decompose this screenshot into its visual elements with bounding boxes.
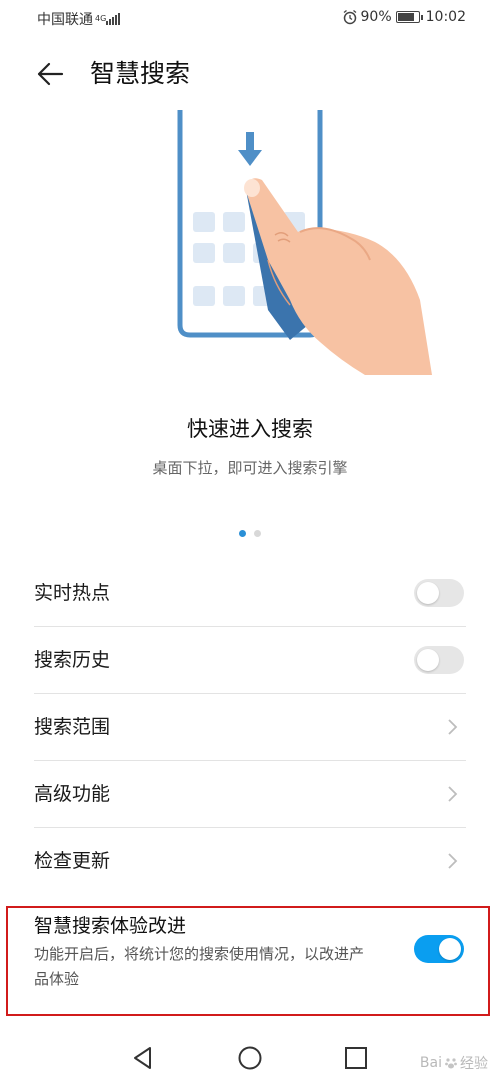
- setting-check-updates[interactable]: 检查更新: [34, 828, 466, 894]
- slide-title: 快速进入搜索: [187, 417, 313, 441]
- setting-search-scope[interactable]: 搜索范围: [34, 694, 466, 761]
- watermark-text-right: 经验: [460, 1056, 488, 1072]
- triangle-back-icon[interactable]: [128, 1043, 158, 1073]
- signal-icon: [106, 13, 121, 25]
- experience-improvement-title: 智慧搜索体验改进: [34, 915, 187, 937]
- experience-improvement-description: 功能开启后，将统计您的搜索使用情况，以改进产品体验: [34, 945, 365, 988]
- phone-pull-down-illustration: [177, 110, 432, 375]
- page-dot-2[interactable]: [254, 529, 261, 537]
- watermark-text-left: Bai: [419, 1055, 442, 1071]
- toggle-knob: [439, 938, 461, 960]
- chevron-right-icon: [448, 719, 458, 735]
- square-recents-icon[interactable]: [341, 1043, 371, 1073]
- toggle-knob: [417, 649, 439, 671]
- settings-list: 实时热点 搜索历史 搜索范围 高级功能 检查更新: [34, 560, 466, 894]
- battery-icon: [395, 11, 423, 23]
- carrier-name: 中国联通: [37, 12, 93, 28]
- clock: 10:02: [425, 9, 466, 25]
- setting-advanced-features[interactable]: 高级功能: [34, 761, 466, 828]
- circle-home-icon[interactable]: [235, 1043, 265, 1073]
- slide-subtitle: 桌面下拉，即可进入搜索引擎: [152, 459, 348, 477]
- alarm-icon: [343, 9, 356, 25]
- setting-label: 搜索历史: [34, 649, 111, 671]
- chevron-right-icon: [448, 853, 458, 869]
- status-right: 90% 10:02: [342, 9, 466, 25]
- toggle-knob: [417, 582, 439, 604]
- arrow-left-icon: [37, 62, 64, 86]
- app-header: 智慧搜索: [0, 50, 500, 98]
- setting-label: 检查更新: [34, 850, 111, 872]
- setting-realtime-hotspots[interactable]: 实时热点: [34, 560, 466, 627]
- network-type: 4G: [95, 14, 107, 23]
- page-indicator: [0, 528, 500, 538]
- page-dot-1[interactable]: [239, 529, 246, 537]
- setting-search-history[interactable]: 搜索历史: [34, 627, 466, 694]
- status-bar: 中国联通 4G 90% 10:02: [0, 0, 500, 36]
- back-button[interactable]: [30, 56, 70, 92]
- experience-improvement-toggle[interactable]: [414, 935, 464, 963]
- system-nav-bar: Bai 经验: [0, 1035, 500, 1083]
- realtime-hotspots-toggle[interactable]: [414, 579, 464, 607]
- page-title: 智慧搜索: [90, 59, 191, 88]
- setting-label: 高级功能: [34, 783, 111, 805]
- baidu-watermark: Bai 经验: [420, 1053, 488, 1073]
- setting-label: 实时热点: [34, 582, 111, 604]
- swipe-down-illustration: [150, 110, 450, 380]
- search-history-toggle[interactable]: [414, 646, 464, 674]
- battery-percent: 90%: [360, 9, 392, 25]
- status-left: 中国联通 4G: [37, 9, 121, 29]
- chevron-right-icon: [448, 786, 458, 802]
- setting-label: 搜索范围: [34, 716, 111, 738]
- paw-icon: [445, 1058, 457, 1069]
